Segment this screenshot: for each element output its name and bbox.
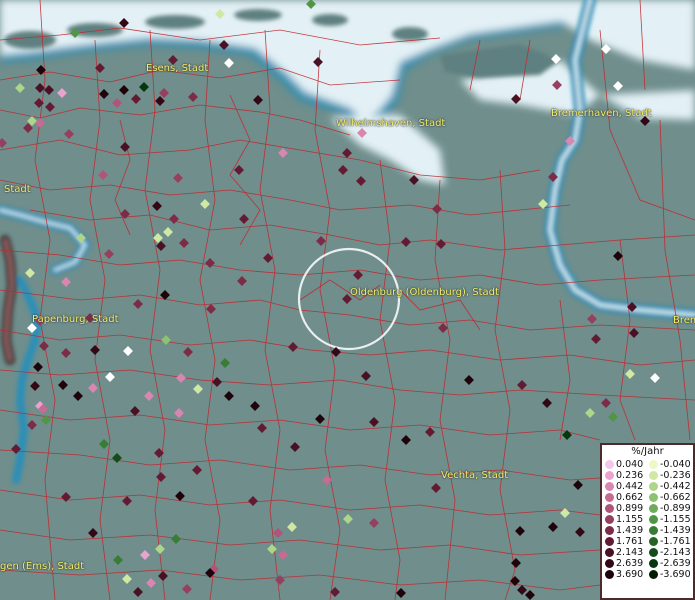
map-canvas[interactable] [0,0,695,600]
legend-value-negative: -2.143 [660,547,691,558]
legend-value-negative: -1.761 [660,536,691,547]
legend-value-negative: -2.639 [660,558,691,569]
legend-value-negative: -1.155 [660,514,691,525]
place-label-vechta: Vechta, Stadt [441,470,509,481]
legend-swatch-negative [649,471,658,480]
legend-row: 2.143 -2.143 [602,547,693,558]
legend-swatch-positive [605,460,614,469]
legend-value-positive: 0.442 [616,481,644,492]
legend-value-positive: 1.439 [616,525,644,536]
legend-value-negative: -0.236 [660,470,691,481]
legend-swatch-negative [649,493,658,502]
legend-rows: 0.040 -0.040 0.236 -0.236 0.442 -0.442 0.662 -0… [602,459,693,580]
legend-swatch-positive [605,526,614,535]
legend-row: 1.761 -1.761 [602,536,693,547]
place-label-stadt-left: Stadt [4,184,31,195]
place-label-wilhelmshaven: Wilhelmshaven, Stadt [336,118,446,129]
legend-value-positive: 1.761 [616,536,644,547]
legend-swatch-positive [605,537,614,546]
legend-swatch-positive [605,482,614,491]
legend-value-negative: -0.899 [660,503,691,514]
legend-value-positive: 0.040 [616,459,644,470]
legend-row: 0.040 -0.040 [602,459,693,470]
legend-row: 0.236 -0.236 [602,470,693,481]
legend-value-negative: -0.040 [660,459,691,470]
legend-row: 1.155 -1.155 [602,514,693,525]
legend-row: 0.899 -0.899 [602,503,693,514]
legend-value-positive: 2.143 [616,547,644,558]
legend-swatch-negative [649,460,658,469]
legend-row: 0.442 -0.442 [602,481,693,492]
legend-swatch-negative [649,482,658,491]
legend-swatch-negative [649,537,658,546]
legend-value-positive: 3.690 [616,569,644,580]
place-label-oldenburg: Oldenburg (Oldenburg), Stadt [350,287,499,298]
legend-value-negative: -0.662 [660,492,691,503]
legend-swatch-positive [605,493,614,502]
place-label-esens: Esens, Stadt [146,63,209,74]
legend-value-negative: -0.442 [660,481,691,492]
legend-row: 1.439 -1.439 [602,525,693,536]
place-label-bremen: Brem [673,315,695,326]
legend-value-positive: 0.662 [616,492,644,503]
legend-value-positive: 2.639 [616,558,644,569]
legend-swatch-negative [649,548,658,557]
legend-value-positive: 1.155 [616,514,644,525]
legend-value-positive: 0.899 [616,503,644,514]
legend-swatch-negative [649,570,658,579]
place-label-bremerhaven: Bremerhaven, Stadt [551,108,652,119]
legend-value-negative: -3.690 [660,569,691,580]
map-legend: %/Jahr 0.040 -0.040 0.236 -0.236 0.442 -0.442… [600,443,695,600]
legend-value-negative: -1.439 [660,525,691,536]
place-label-lingen: gen (Ems), Stadt [0,561,85,572]
legend-swatch-negative [649,559,658,568]
legend-swatch-negative [649,526,658,535]
legend-value-positive: 0.236 [616,470,644,481]
legend-swatch-positive [605,559,614,568]
legend-swatch-negative [649,504,658,513]
legend-swatch-positive [605,471,614,480]
legend-row: 3.690 -3.690 [602,569,693,580]
legend-title: %/Jahr [631,446,664,457]
place-label-papenburg: Papenburg, Stadt [32,314,119,325]
legend-row: 0.662 -0.662 [602,492,693,503]
legend-swatch-negative [649,515,658,524]
legend-swatch-positive [605,504,614,513]
legend-row: 2.639 -2.639 [602,558,693,569]
legend-swatch-positive [605,548,614,557]
legend-swatch-positive [605,515,614,524]
legend-swatch-positive [605,570,614,579]
